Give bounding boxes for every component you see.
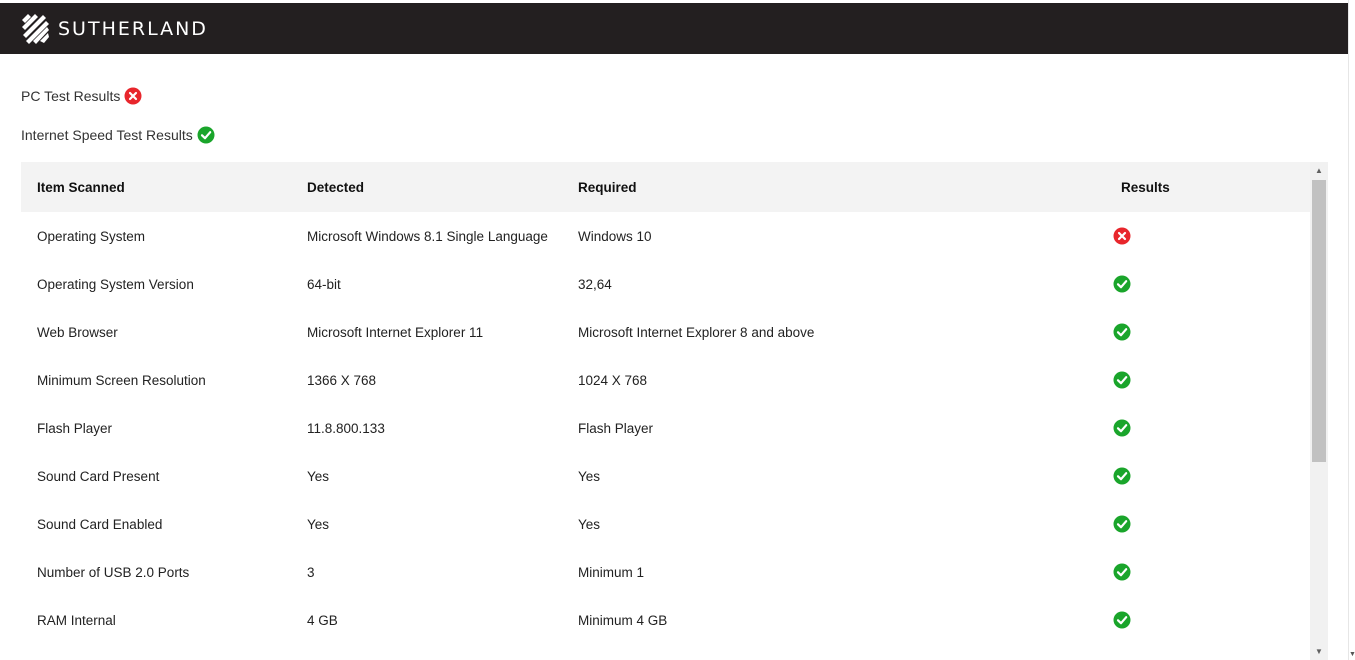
brand-name: SUTHERLAND: [58, 17, 208, 40]
cell-required: Minimum 1: [578, 564, 645, 580]
results-table-container[interactable]: Item Scanned Detected Required Results O…: [21, 162, 1328, 660]
internet-speed-test-results-label: Internet Speed Test Results: [21, 127, 193, 143]
cell-detected: 4 GB: [307, 612, 338, 628]
page-scrollbar[interactable]: ▼: [1348, 0, 1355, 660]
check-circle-icon: [1113, 323, 1131, 341]
table-header-row: Item Scanned Detected Required Results: [21, 162, 1310, 212]
column-header-detected: Detected: [307, 179, 365, 195]
cell-required: 1024 X 768: [578, 372, 648, 388]
table-row: Operating System Version 64-bit 32,64: [21, 260, 1310, 308]
cell-result: [1105, 500, 1310, 548]
cell-required: Yes: [578, 516, 601, 532]
cell-detected: Microsoft Internet Explorer 11: [307, 324, 484, 340]
pc-test-results: PC Test Results: [21, 87, 142, 105]
cell-required: Microsoft Internet Explorer 8 and above: [578, 324, 815, 340]
table-row: Operating System Microsoft Windows 8.1 S…: [21, 212, 1310, 260]
check-circle-icon: [1113, 611, 1131, 629]
cell-item: Sound Card Enabled: [37, 516, 163, 532]
check-circle-icon: [1113, 419, 1131, 437]
check-circle-icon: [1113, 371, 1131, 389]
x-circle-icon: [124, 87, 142, 105]
cell-item: Minimum Screen Resolution: [37, 372, 206, 388]
cell-detected: 1366 X 768: [307, 372, 377, 388]
cell-item: Sound Card Present: [37, 468, 160, 484]
check-circle-icon: [197, 126, 215, 144]
cell-result: [1105, 212, 1310, 260]
cell-detected: Microsoft Windows 8.1 Single Language: [307, 228, 548, 244]
table-row: Web Browser Microsoft Internet Explorer …: [21, 308, 1310, 356]
table-row: Sound Card Enabled Yes Yes: [21, 500, 1310, 548]
table-scrollbar[interactable]: ▲ ▼: [1310, 162, 1328, 660]
brand-logo[interactable]: SUTHERLAND: [22, 3, 208, 54]
cell-detected: 64-bit: [307, 276, 341, 292]
cell-result: [1105, 452, 1310, 500]
cell-detected: 11.8.800.133: [307, 420, 385, 436]
cell-result: [1105, 308, 1310, 356]
check-circle-icon: [1113, 563, 1131, 581]
scroll-up-arrow-icon[interactable]: ▲: [1310, 162, 1328, 179]
cell-item: Web Browser: [37, 324, 118, 340]
check-circle-icon: [1113, 515, 1131, 533]
table-row: Sound Card Present Yes Yes: [21, 452, 1310, 500]
top-header-bar: SUTHERLAND: [0, 3, 1349, 54]
x-circle-icon: [1113, 227, 1131, 245]
internet-speed-test-results: Internet Speed Test Results: [21, 126, 215, 144]
cell-result: [1105, 548, 1310, 596]
scroll-down-arrow-icon[interactable]: ▼: [1310, 643, 1328, 660]
cell-result: [1105, 260, 1310, 308]
cell-item: Operating System Version: [37, 276, 194, 292]
column-header-item-scanned: Item Scanned: [37, 179, 125, 195]
cell-result: [1105, 596, 1310, 644]
cell-item: RAM Internal: [37, 612, 116, 628]
table-row: Minimum Screen Resolution 1366 X 768 102…: [21, 356, 1310, 404]
table-body: Operating System Microsoft Windows 8.1 S…: [21, 212, 1310, 644]
cell-result: [1105, 356, 1310, 404]
page: SUTHERLAND PC Test Results Internet Spee…: [0, 0, 1355, 660]
pc-test-results-label: PC Test Results: [21, 88, 121, 104]
cell-required: 32,64: [578, 276, 612, 292]
cell-item: Number of USB 2.0 Ports: [37, 564, 190, 580]
cell-item: Operating System: [37, 228, 146, 244]
table-row: Flash Player 11.8.800.133 Flash Player: [21, 404, 1310, 452]
cell-detected: Yes: [307, 516, 330, 532]
check-circle-icon: [1113, 275, 1131, 293]
cell-required: Yes: [578, 468, 601, 484]
check-circle-icon: [1113, 467, 1131, 485]
cell-required: Minimum 4 GB: [578, 612, 668, 628]
scrollbar-thumb[interactable]: [1312, 180, 1326, 462]
cell-detected: 3: [307, 564, 315, 580]
table-row: RAM Internal 4 GB Minimum 4 GB: [21, 596, 1310, 644]
page-scroll-down-arrow-icon[interactable]: ▼: [1349, 651, 1355, 658]
cell-required: Flash Player: [578, 420, 654, 436]
sutherland-logo-icon: [22, 13, 49, 44]
cell-result: [1105, 404, 1310, 452]
column-header-required: Required: [578, 179, 637, 195]
table-row: Number of USB 2.0 Ports 3 Minimum 1: [21, 548, 1310, 596]
results-table: Item Scanned Detected Required Results O…: [21, 162, 1310, 644]
cell-detected: Yes: [307, 468, 330, 484]
cell-item: Flash Player: [37, 420, 113, 436]
cell-required: Windows 10: [578, 228, 652, 244]
column-header-results: Results: [1121, 179, 1170, 195]
